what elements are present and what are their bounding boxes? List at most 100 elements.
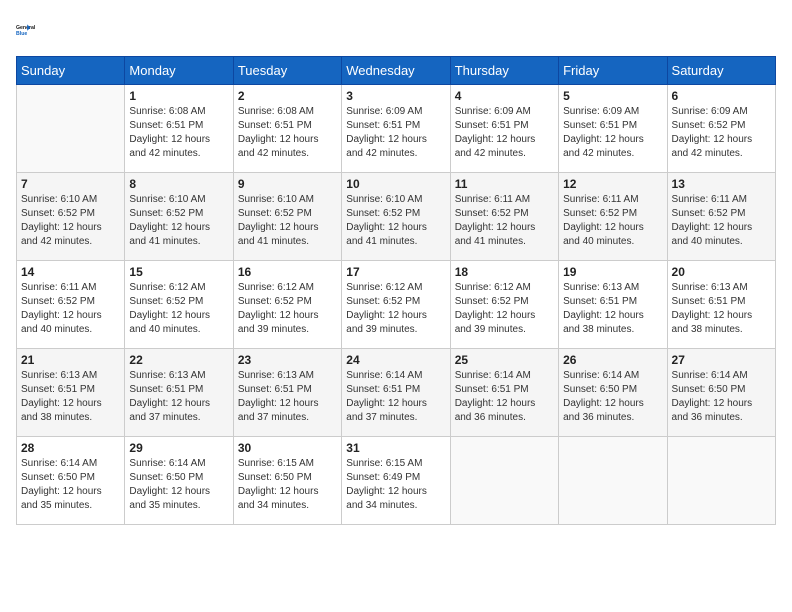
day-info: Sunrise: 6:10 AMSunset: 6:52 PMDaylight:… xyxy=(21,193,120,249)
week-row-4: 28 Sunrise: 6:14 AMSunset: 6:50 PMDayligh… xyxy=(17,437,776,525)
day-cell: 14 Sunrise: 6:11 AMSunset: 6:52 PMDayligh… xyxy=(17,261,125,349)
day-info: Sunrise: 6:11 AMSunset: 6:52 PMDaylight:… xyxy=(672,193,771,249)
day-cell: 29Sunrise: 6:14 AMSunset: 6:50 PMDayligh… xyxy=(125,437,233,525)
day-cell xyxy=(17,85,125,173)
day-info: Sunrise: 6:14 AMSunset: 6:50 PMDaylight:… xyxy=(672,369,771,425)
day-number: 2 xyxy=(238,89,337,103)
day-cell xyxy=(559,437,667,525)
header-cell-saturday: Saturday xyxy=(667,57,775,85)
day-cell: 20Sunrise: 6:13 AMSunset: 6:51 PMDayligh… xyxy=(667,261,775,349)
day-cell: 1Sunrise: 6:08 AMSunset: 6:51 PMDaylight… xyxy=(125,85,233,173)
day-cell: 30 Sunrise: 6:15 AMSunset: 6:50 PMDayligh… xyxy=(233,437,341,525)
day-number: 30 xyxy=(238,441,337,455)
header-cell-friday: Friday xyxy=(559,57,667,85)
header-cell-sunday: Sunday xyxy=(17,57,125,85)
day-number: 7 xyxy=(21,177,120,191)
day-info: Sunrise: 6:11 AMSunset: 6:52 PMDaylight:… xyxy=(21,281,120,337)
logo: General Blue xyxy=(16,16,48,44)
day-info: Sunrise: 6:15 AMSunset: 6:49 PMDaylight:… xyxy=(346,457,445,513)
day-cell: 17 Sunrise: 6:12 AMSunset: 6:52 PMDayligh… xyxy=(342,261,450,349)
day-cell: 18 Sunrise: 6:12 AMSunset: 6:52 PMDayligh… xyxy=(450,261,558,349)
day-info: Sunrise: 6:09 AMSunset: 6:51 PMDaylight:… xyxy=(455,105,554,161)
day-cell: 31Sunrise: 6:15 AMSunset: 6:49 PMDayligh… xyxy=(342,437,450,525)
day-info: Sunrise: 6:13 AMSunset: 6:51 PMDaylight:… xyxy=(21,369,120,425)
day-cell: 10 Sunrise: 6:10 AMSunset: 6:52 PMDayligh… xyxy=(342,173,450,261)
day-number: 14 xyxy=(21,265,120,279)
day-number: 27 xyxy=(672,353,771,367)
week-row-2: 14 Sunrise: 6:11 AMSunset: 6:52 PMDayligh… xyxy=(17,261,776,349)
day-info: Sunrise: 6:12 AMSunset: 6:52 PMDaylight:… xyxy=(346,281,445,337)
day-info: Sunrise: 6:10 AMSunset: 6:52 PMDaylight:… xyxy=(238,193,337,249)
day-number: 11 xyxy=(455,177,554,191)
week-row-3: 21 Sunrise: 6:13 AMSunset: 6:51 PMDayligh… xyxy=(17,349,776,437)
day-cell: 11 Sunrise: 6:11 AMSunset: 6:52 PMDayligh… xyxy=(450,173,558,261)
day-number: 25 xyxy=(455,353,554,367)
day-number: 17 xyxy=(346,265,445,279)
day-cell: 21 Sunrise: 6:13 AMSunset: 6:51 PMDayligh… xyxy=(17,349,125,437)
day-cell xyxy=(667,437,775,525)
day-number: 28 xyxy=(21,441,120,455)
calendar-header-row: SundayMondayTuesdayWednesdayThursdayFrid… xyxy=(17,57,776,85)
day-number: 21 xyxy=(21,353,120,367)
day-info: Sunrise: 6:09 AMSunset: 6:51 PMDaylight:… xyxy=(346,105,445,161)
day-info: Sunrise: 6:13 AMSunset: 6:51 PMDaylight:… xyxy=(563,281,662,337)
day-cell: 22 Sunrise: 6:13 AMSunset: 6:51 PMDayligh… xyxy=(125,349,233,437)
day-number: 9 xyxy=(238,177,337,191)
day-number: 5 xyxy=(563,89,662,103)
day-cell: 6 Sunrise: 6:09 AMSunset: 6:52 PMDaylight… xyxy=(667,85,775,173)
day-number: 18 xyxy=(455,265,554,279)
day-number: 13 xyxy=(672,177,771,191)
day-number: 10 xyxy=(346,177,445,191)
header-cell-thursday: Thursday xyxy=(450,57,558,85)
day-info: Sunrise: 6:15 AMSunset: 6:50 PMDaylight:… xyxy=(238,457,337,513)
day-number: 15 xyxy=(129,265,228,279)
logo-icon: General Blue xyxy=(16,16,48,44)
day-info: Sunrise: 6:14 AMSunset: 6:51 PMDaylight:… xyxy=(455,369,554,425)
day-cell: 9 Sunrise: 6:10 AMSunset: 6:52 PMDaylight… xyxy=(233,173,341,261)
day-number: 23 xyxy=(238,353,337,367)
svg-text:General: General xyxy=(16,25,36,31)
day-info: Sunrise: 6:09 AMSunset: 6:51 PMDaylight:… xyxy=(563,105,662,161)
day-info: Sunrise: 6:14 AMSunset: 6:51 PMDaylight:… xyxy=(346,369,445,425)
calendar-table: SundayMondayTuesdayWednesdayThursdayFrid… xyxy=(16,56,776,525)
day-info: Sunrise: 6:13 AMSunset: 6:51 PMDaylight:… xyxy=(238,369,337,425)
day-cell: 2 Sunrise: 6:08 AMSunset: 6:51 PMDaylight… xyxy=(233,85,341,173)
day-cell: 3 Sunrise: 6:09 AMSunset: 6:51 PMDaylight… xyxy=(342,85,450,173)
day-info: Sunrise: 6:14 AMSunset: 6:50 PMDaylight:… xyxy=(563,369,662,425)
day-cell: 4 Sunrise: 6:09 AMSunset: 6:51 PMDaylight… xyxy=(450,85,558,173)
day-number: 6 xyxy=(672,89,771,103)
day-info: Sunrise: 6:12 AMSunset: 6:52 PMDaylight:… xyxy=(129,281,228,337)
day-number: 16 xyxy=(238,265,337,279)
day-info: Sunrise: 6:12 AMSunset: 6:52 PMDaylight:… xyxy=(455,281,554,337)
day-number: 26 xyxy=(563,353,662,367)
day-number: 29 xyxy=(129,441,228,455)
day-number: 22 xyxy=(129,353,228,367)
day-cell: 26 Sunrise: 6:14 AMSunset: 6:50 PMDayligh… xyxy=(559,349,667,437)
day-number: 3 xyxy=(346,89,445,103)
day-number: 12 xyxy=(563,177,662,191)
day-info: Sunrise: 6:11 AMSunset: 6:52 PMDaylight:… xyxy=(455,193,554,249)
day-number: 1 xyxy=(129,89,228,103)
day-info: Sunrise: 6:10 AMSunset: 6:52 PMDaylight:… xyxy=(346,193,445,249)
day-number: 4 xyxy=(455,89,554,103)
day-cell: 7 Sunrise: 6:10 AMSunset: 6:52 PMDaylight… xyxy=(17,173,125,261)
header-cell-wednesday: Wednesday xyxy=(342,57,450,85)
svg-text:Blue: Blue xyxy=(16,31,27,37)
day-info: Sunrise: 6:12 AMSunset: 6:52 PMDaylight:… xyxy=(238,281,337,337)
day-cell: 25 Sunrise: 6:14 AMSunset: 6:51 PMDayligh… xyxy=(450,349,558,437)
day-info: Sunrise: 6:13 AMSunset: 6:51 PMDaylight:… xyxy=(129,369,228,425)
day-number: 24 xyxy=(346,353,445,367)
day-info: Sunrise: 6:09 AMSunset: 6:52 PMDaylight:… xyxy=(672,105,771,161)
day-info: Sunrise: 6:14 AMSunset: 6:50 PMDaylight:… xyxy=(21,457,120,513)
day-cell: 19 Sunrise: 6:13 AMSunset: 6:51 PMDayligh… xyxy=(559,261,667,349)
header-cell-tuesday: Tuesday xyxy=(233,57,341,85)
day-cell: 23 Sunrise: 6:13 AMSunset: 6:51 PMDayligh… xyxy=(233,349,341,437)
day-info: Sunrise: 6:08 AMSunset: 6:51 PMDaylight:… xyxy=(238,105,337,161)
day-number: 20 xyxy=(672,265,771,279)
day-info: Sunrise: 6:10 AMSunset: 6:52 PMDaylight:… xyxy=(129,193,228,249)
day-number: 8 xyxy=(129,177,228,191)
day-cell: 8 Sunrise: 6:10 AMSunset: 6:52 PMDaylight… xyxy=(125,173,233,261)
day-info: Sunrise: 6:11 AMSunset: 6:52 PMDaylight:… xyxy=(563,193,662,249)
day-number: 19 xyxy=(563,265,662,279)
day-cell: 16 Sunrise: 6:12 AMSunset: 6:52 PMDayligh… xyxy=(233,261,341,349)
